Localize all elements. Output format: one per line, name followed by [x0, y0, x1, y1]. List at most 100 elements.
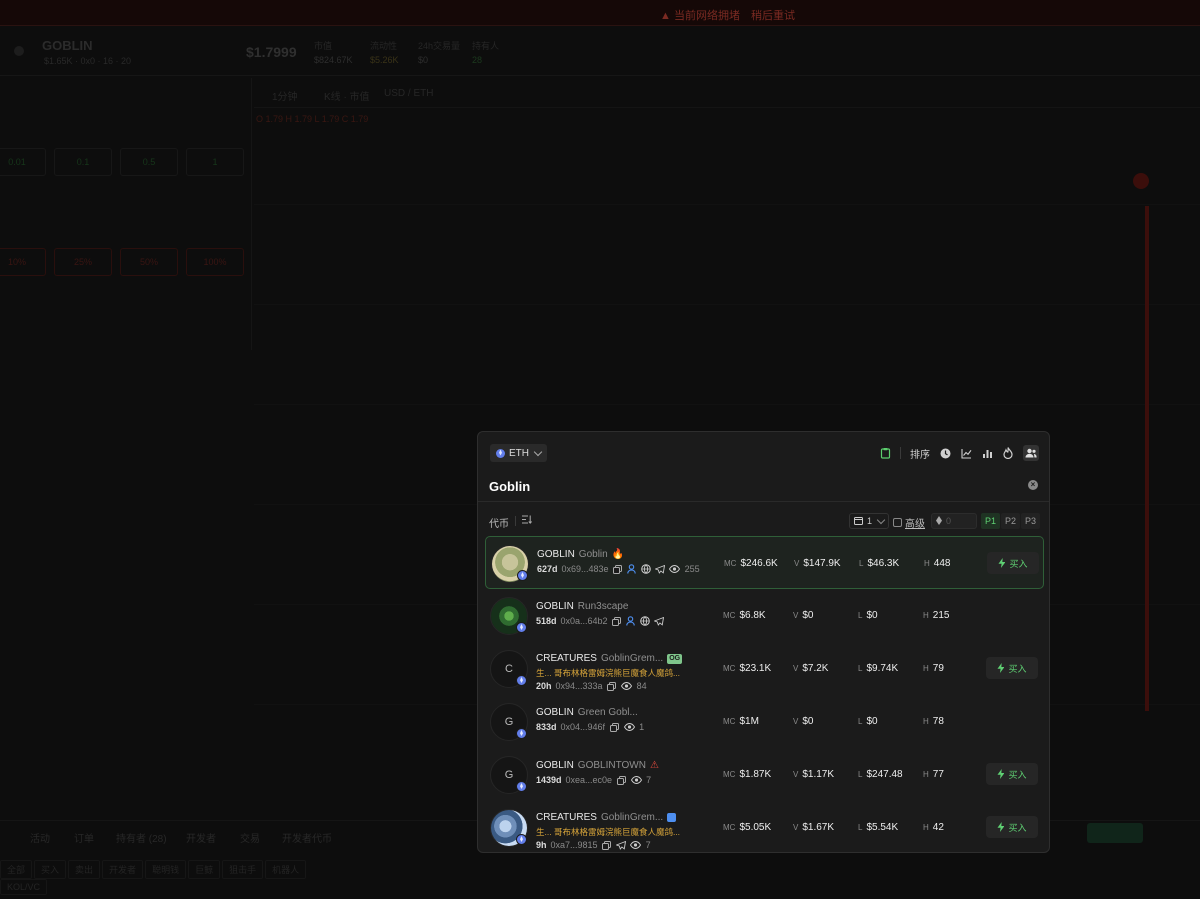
preset-p3[interactable]: P3 — [1021, 513, 1040, 529]
token-symbol: GOBLIN — [536, 760, 574, 771]
amount-preset[interactable]: 0.01 — [0, 148, 46, 176]
clear-search-icon[interactable]: × — [1028, 480, 1038, 490]
tab-dev-tokens[interactable]: 开发者代币 — [282, 830, 332, 845]
tab-dev[interactable]: 开发者 — [186, 830, 216, 845]
market-cap: MC $5.05K — [723, 822, 772, 833]
token-row[interactable]: G GOBLIN Green Gobl... 833d 0x04...946f … — [485, 695, 1044, 748]
tab-orders[interactable]: 订单 — [74, 830, 94, 845]
grid-line — [254, 404, 1200, 405]
eye-icon — [623, 722, 635, 732]
globe-icon[interactable] — [640, 564, 651, 574]
eth-chain-icon — [516, 622, 527, 633]
bar-chart-icon[interactable] — [981, 447, 993, 459]
tab-activity[interactable]: 活动 — [30, 830, 50, 845]
filter-chip[interactable]: 买入 — [34, 860, 67, 879]
filter-chip[interactable]: 卖出 — [68, 860, 101, 879]
sell-preset[interactable]: 10% — [0, 248, 46, 276]
token-row[interactable]: GOBLIN Run3scape 518d 0x0a...64b2 MC $6.8… — [485, 589, 1044, 642]
token-row[interactable]: CREATURES GoblinGrem... 生... 哥布林格雷姆浣熊巨魔食… — [485, 801, 1044, 852]
view-count: 7 — [646, 775, 652, 785]
buy-button[interactable]: 买入 — [987, 552, 1039, 574]
preset-p1[interactable]: P1 — [981, 513, 1000, 529]
sort-label[interactable]: 排序 — [910, 446, 930, 461]
clock-icon[interactable] — [939, 447, 951, 459]
filter-chip[interactable]: 狙击手 — [222, 860, 264, 879]
eth-icon — [496, 448, 505, 458]
fire-icon[interactable] — [1002, 447, 1014, 459]
volume: V $7.2K — [793, 663, 829, 674]
tab-holders[interactable]: 持有者 (28) — [116, 830, 167, 845]
copy-icon[interactable] — [609, 722, 619, 732]
currency-toggle[interactable]: USD / ETH — [384, 88, 433, 99]
users-icon[interactable] — [1023, 445, 1039, 461]
copy-icon[interactable] — [612, 616, 622, 626]
filter-chip[interactable]: 机器人 — [265, 860, 307, 879]
copy-icon[interactable] — [616, 775, 626, 785]
quick-buy-button[interactable] — [1087, 823, 1143, 843]
tab-trades[interactable]: 交易 — [240, 830, 260, 845]
warning-icon: ⚠ — [649, 760, 659, 771]
filter-chip[interactable]: 全部 — [0, 860, 33, 879]
volume: V $1.17K — [793, 769, 835, 780]
user-icon[interactable] — [627, 564, 637, 574]
sort-order-icon[interactable] — [522, 515, 532, 527]
filter-chip[interactable]: 开发者 — [102, 860, 144, 879]
token-name: GoblinGrem... — [600, 812, 664, 823]
holders: H 42 — [923, 822, 944, 833]
min-amount-input[interactable]: 0 — [931, 513, 977, 529]
token-symbol: GOBLIN — [537, 549, 575, 560]
buy-button[interactable]: 买入 — [986, 657, 1038, 679]
eye-icon — [630, 775, 642, 785]
back-icon[interactable] — [14, 46, 24, 56]
volume: V $147.9K — [794, 558, 841, 569]
page-select[interactable]: 1 — [849, 513, 890, 529]
line-chart-icon[interactable] — [960, 447, 972, 459]
holders: H 448 — [924, 558, 951, 569]
view-count: 84 — [636, 681, 647, 691]
filter-chip[interactable]: KOL/VC — [0, 879, 48, 895]
buy-button[interactable]: 买入 — [986, 763, 1038, 785]
page-value: 1 — [867, 516, 873, 526]
telegram-icon[interactable] — [654, 564, 665, 574]
search-input[interactable] — [489, 475, 1009, 497]
sell-preset[interactable]: 25% — [54, 248, 112, 276]
token-name: GOBLINTOWN — [577, 760, 646, 771]
token-address: 0x94...333a — [555, 681, 603, 691]
copy-icon[interactable] — [602, 840, 612, 850]
chain-select[interactable]: ETH — [490, 444, 547, 462]
filter-chip[interactable]: 巨鲸 — [188, 860, 221, 879]
token-age: 9h — [536, 840, 547, 850]
view-count: 1 — [639, 722, 645, 732]
token-symbol: CREATURES — [536, 812, 597, 823]
interval-select[interactable]: 1分钟 — [272, 88, 298, 103]
liquidity: L $5.54K — [858, 822, 899, 833]
eye-icon — [621, 681, 633, 691]
chart-toolbar: 1分钟 K线 · 市值 USD / ETH — [254, 78, 1200, 108]
ticker-header: GOBLIN $1.65K · 0x0 · 16 · 20 $1.7999 市值… — [0, 26, 1200, 76]
token-row[interactable]: G GOBLIN GOBLINTOWN ⚠ 1439d 0xea...ec0e … — [485, 748, 1044, 801]
sell-preset[interactable]: 100% — [186, 248, 244, 276]
amount-preset[interactable]: 1 — [186, 148, 244, 176]
eth-chain-icon — [516, 781, 527, 792]
buy-button[interactable]: 买入 — [986, 816, 1038, 838]
clipboard-icon[interactable] — [879, 447, 891, 459]
tab-tokens[interactable]: 代币 — [489, 515, 509, 530]
telegram-icon[interactable] — [653, 616, 664, 626]
chart-mode[interactable]: K线 · 市值 — [324, 88, 370, 103]
token-row[interactable]: GOBLIN Goblin 🔥 627d 0x69...483e 255 MC $… — [485, 536, 1044, 589]
copy-icon[interactable] — [607, 681, 617, 691]
globe-icon[interactable] — [639, 616, 650, 626]
sell-preset[interactable]: 50% — [120, 248, 178, 276]
advanced-checkbox[interactable] — [893, 518, 902, 527]
user-icon[interactable] — [626, 616, 636, 626]
token-row[interactable]: C CREATURES GoblinGrem... OG 生... 哥布林格雷姆… — [485, 642, 1044, 695]
amount-preset[interactable]: 0.1 — [54, 148, 112, 176]
preset-p2[interactable]: P2 — [1001, 513, 1020, 529]
advanced-toggle[interactable]: 高级 — [893, 515, 925, 530]
copy-icon[interactable] — [613, 564, 623, 574]
amount-preset[interactable]: 0.5 — [120, 148, 178, 176]
trade-filters: 全部 买入 卖出 开发者 聪明钱 巨鲸 狙击手 机器人 KOL/VC — [0, 860, 340, 895]
telegram-icon[interactable] — [615, 840, 626, 850]
filter-chip[interactable]: 聪明钱 — [145, 860, 187, 879]
banner-link[interactable]: 稍后重试 — [751, 10, 795, 22]
